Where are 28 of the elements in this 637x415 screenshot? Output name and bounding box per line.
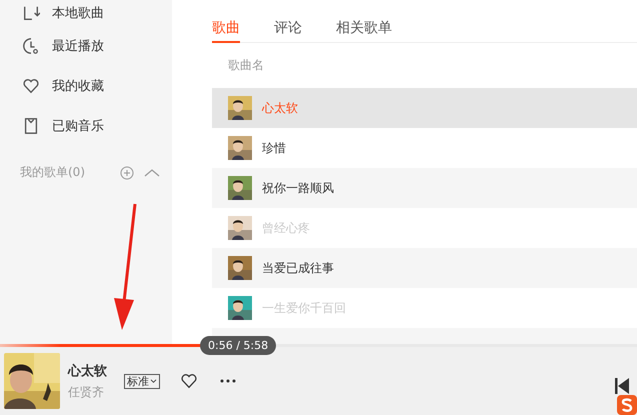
download-icon [22, 4, 40, 22]
caret-icon [150, 378, 157, 384]
sidebar-item[interactable]: 已购音乐 [0, 106, 172, 146]
song-title: 珍惜 [262, 140, 286, 156]
previous-icon[interactable] [615, 378, 629, 394]
playlist-section-title: 我的歌单(0) [20, 164, 86, 181]
song-row[interactable]: 当爱已成往事 [212, 248, 637, 288]
song-title: 心太软 [262, 100, 298, 116]
tab[interactable]: 相关歌单 [336, 0, 392, 43]
sidebar-item[interactable]: 本地歌曲 [0, 0, 172, 26]
song-title: 心太软 [68, 362, 108, 380]
clock-icon [22, 37, 40, 55]
tab[interactable]: 评论 [274, 0, 302, 43]
sidebar-item[interactable]: 我的收藏 [0, 66, 172, 106]
song-row[interactable]: 珍惜 [212, 128, 637, 168]
song-title: 祝你一路顺风 [262, 180, 334, 196]
time-tooltip: 0:56 / 5:58 [200, 336, 276, 355]
collapse-icon[interactable] [144, 168, 160, 178]
sidebar-item[interactable]: 最近播放 [0, 26, 172, 66]
more-icon[interactable] [220, 379, 236, 383]
bag-icon [22, 117, 40, 135]
song-row[interactable]: 祝你一路顺风 [212, 168, 637, 208]
heart-icon [22, 77, 40, 95]
quality-button[interactable]: 标准 [124, 374, 160, 388]
add-icon[interactable] [120, 166, 134, 180]
column-header: 歌曲名 [227, 57, 265, 74]
song-title: 当爱已成往事 [262, 260, 334, 276]
heart-icon[interactable] [180, 372, 198, 390]
